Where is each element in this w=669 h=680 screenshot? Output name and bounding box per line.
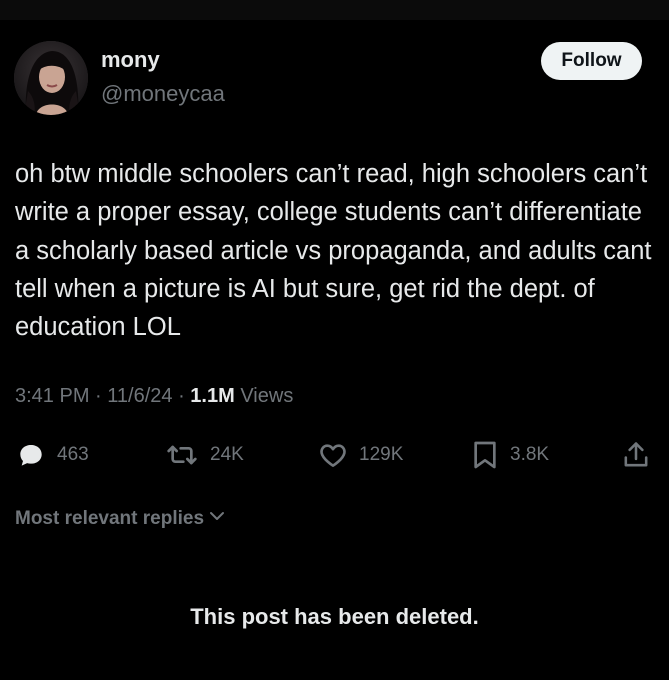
author-name[interactable]: mony	[101, 47, 160, 73]
meta-separator: ·	[178, 385, 191, 407]
author-handle[interactable]: @moneycaa	[101, 81, 225, 107]
reply-icon	[15, 439, 47, 471]
action-bar: 463 24K 129K 3.8K	[0, 438, 669, 472]
repost-icon	[164, 439, 200, 471]
post-text: oh btw middle schoolers can’t read, high…	[15, 160, 652, 342]
share-icon	[622, 439, 650, 471]
bookmark-count: 3.8K	[510, 444, 550, 465]
reply-count: 463	[57, 444, 89, 465]
like-button[interactable]: 129K	[317, 438, 403, 472]
views-label: Views	[240, 385, 294, 407]
avatar[interactable]	[14, 41, 88, 115]
post-date[interactable]: 11/6/24	[107, 385, 172, 407]
repost-button[interactable]: 24K	[164, 438, 244, 472]
top-bar-strip	[0, 0, 669, 20]
reply-button[interactable]: 463	[15, 438, 89, 472]
meta-separator: ·	[95, 385, 108, 407]
replies-sort-label: Most relevant replies	[15, 508, 205, 529]
heart-icon	[317, 439, 349, 471]
chevron-down-icon	[204, 507, 226, 531]
share-button[interactable]	[622, 438, 650, 472]
replies-sort-dropdown[interactable]: Most relevant replies	[15, 507, 226, 531]
repost-count: 24K	[210, 444, 244, 465]
like-count: 129K	[359, 444, 404, 465]
bookmark-icon	[470, 439, 500, 471]
deleted-post-notice: This post has been deleted.	[190, 604, 479, 629]
post-time[interactable]: 3:41 PM	[15, 385, 89, 407]
follow-button[interactable]: Follow	[541, 42, 642, 80]
bookmark-button[interactable]: 3.8K	[470, 438, 549, 472]
post-meta: 3:41 PM · 11/6/24 · 1.1M Views	[15, 385, 293, 408]
views-count: 1.1M	[190, 385, 235, 407]
